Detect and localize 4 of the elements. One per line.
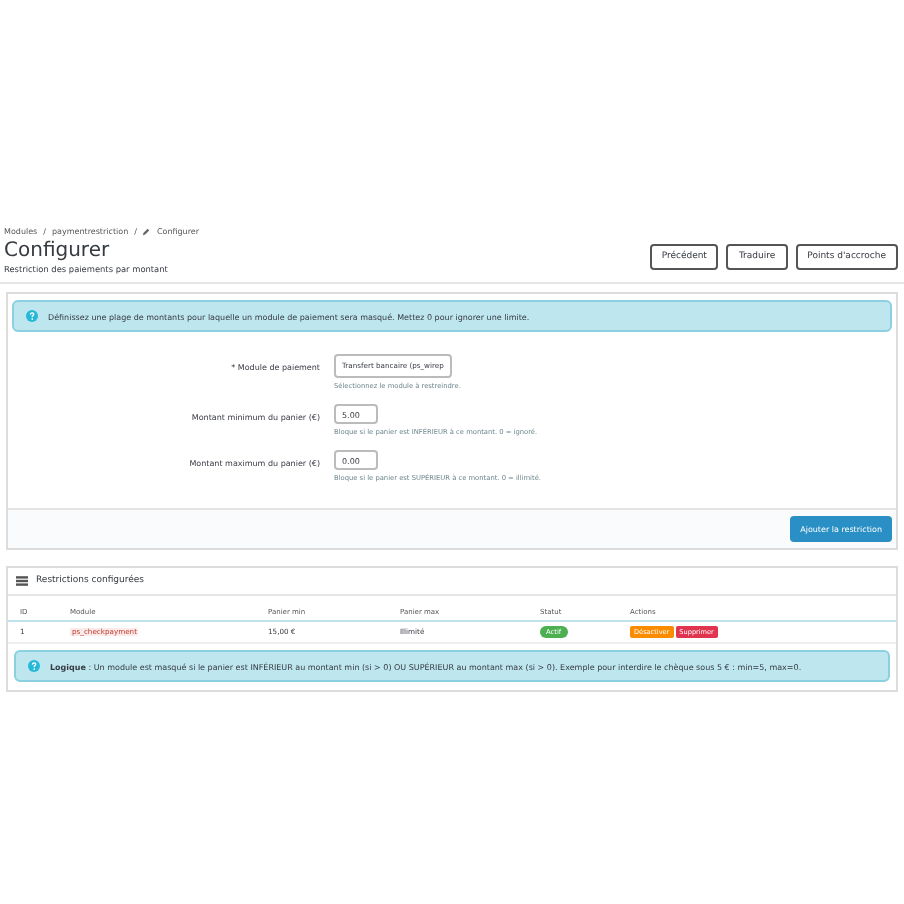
list-icon <box>16 576 28 586</box>
help-icon <box>28 660 40 672</box>
help-icon <box>26 310 38 322</box>
page-title: Configurer <box>4 240 112 264</box>
